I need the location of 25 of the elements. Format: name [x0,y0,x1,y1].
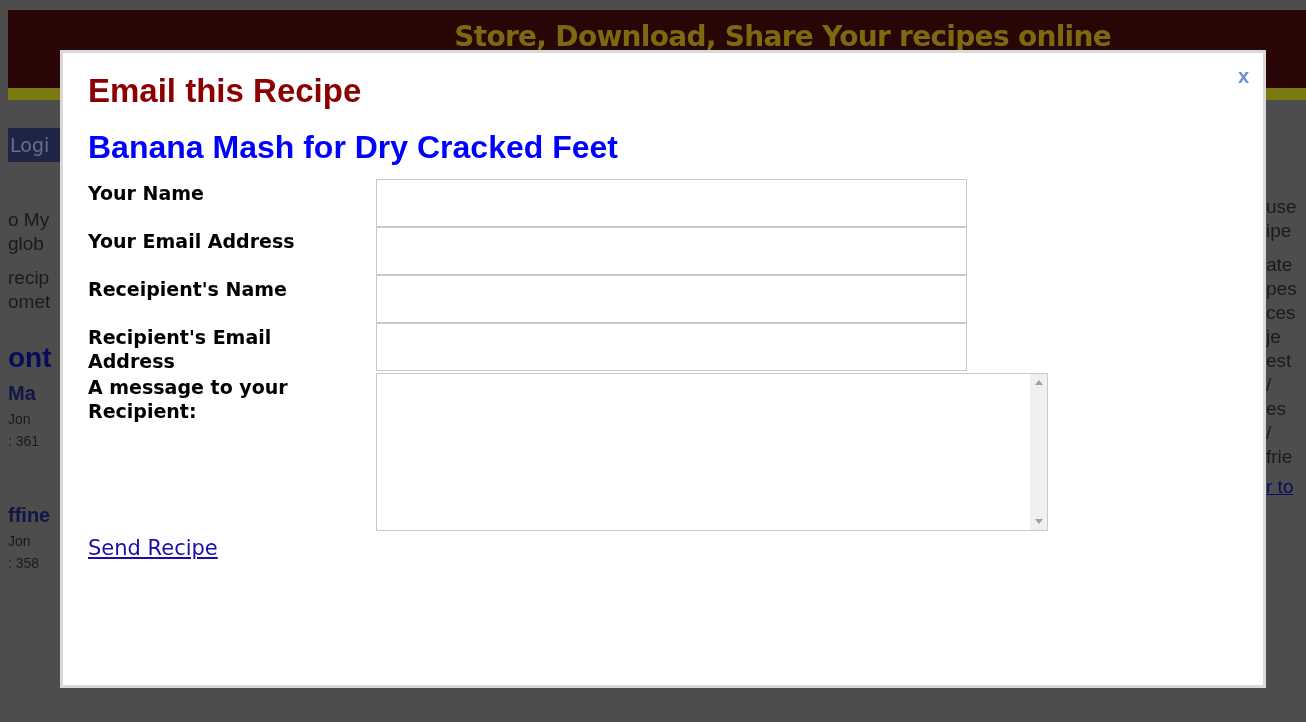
dialog-title: Email this Recipe [88,71,362,111]
scroll-down-icon[interactable] [1034,519,1043,524]
background-text: ont [8,341,52,375]
field-label: Recipient's Email Address [88,325,273,373]
background-link[interactable]: r to [1266,475,1294,499]
login-button[interactable]: Logi [8,128,60,162]
background-text: Ma [8,381,36,406]
field-label: Your Name [88,181,205,206]
scroll-up-icon[interactable] [1034,380,1043,385]
field-label: Receipient's Name [88,277,288,302]
recipe-name: Banana Mash for Dry Cracked Feet [88,128,619,167]
background-text: / [1266,373,1272,397]
scrollbar[interactable] [1030,374,1047,530]
background-text: / [1266,421,1272,445]
input-field[interactable] [376,323,967,371]
banner-slogan: Store, Download, Share Your recipes online [454,19,1111,55]
field-label: Your Email Address [88,229,296,254]
send-recipe-link[interactable]: Send Recipe [88,533,218,565]
close-button[interactable]: x [1237,61,1249,91]
input-field[interactable] [376,179,967,227]
input-field[interactable] [376,227,967,275]
input-field[interactable] [376,275,967,323]
field-label: A message to your Recipient: [88,375,289,424]
message-textarea[interactable] [376,373,1048,531]
background-text: ffine [8,503,51,528]
